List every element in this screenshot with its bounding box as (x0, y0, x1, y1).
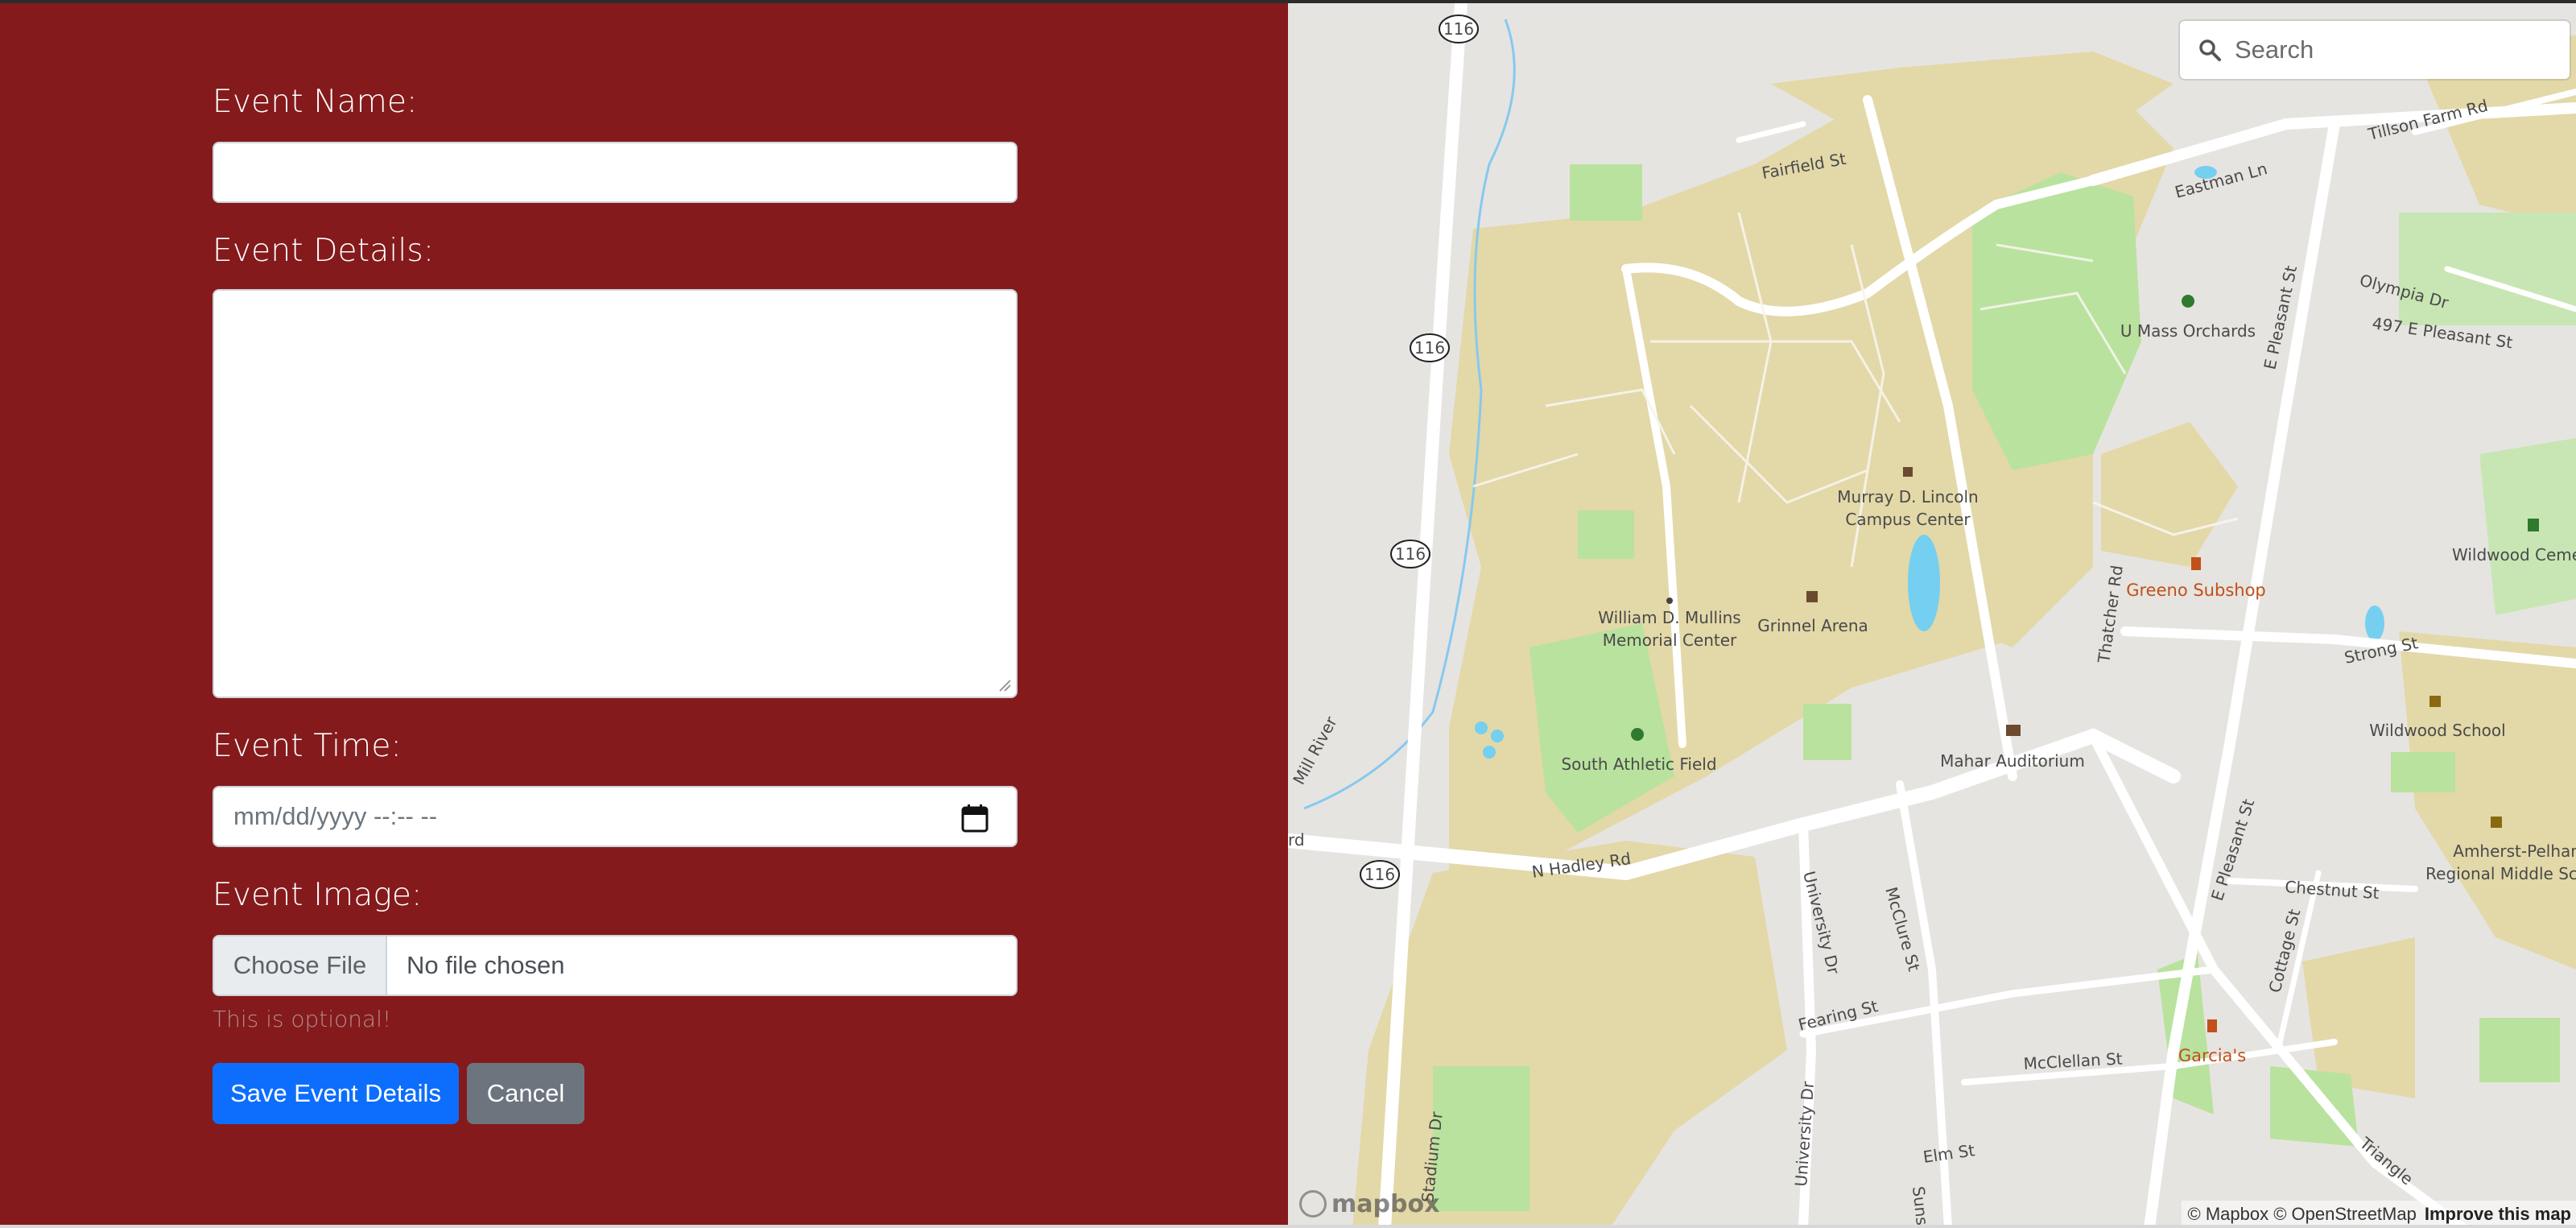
building-icon (1666, 597, 1673, 604)
pond (1491, 730, 1504, 742)
app-root: Event Name: Event Details: Event Time: m… (0, 0, 2576, 1228)
event-time-placeholder: mm/dd/yyyy --:-- -- (233, 802, 438, 830)
grinnel-arena-label: Grinnel Arena (1757, 616, 1868, 635)
event-name-input[interactable] (213, 142, 1018, 203)
campus-center-label-1: Murray D. Lincoln (1837, 487, 1978, 506)
search-icon (2199, 39, 2221, 61)
park-area (1803, 704, 1852, 760)
file-help-text: This is optional! (213, 1006, 392, 1032)
mullins-center-label-2: Memorial Center (1603, 631, 1737, 650)
cemetery-icon (2528, 519, 2539, 531)
choose-file-button[interactable]: Choose File (214, 937, 387, 994)
route-shield-label: 116 (1414, 338, 1445, 358)
pond (1483, 746, 1496, 759)
calendar-icon[interactable] (961, 804, 989, 833)
amherst-pelham-label-2: Regional Middle Scho (2425, 864, 2576, 883)
building-icon (1903, 467, 1913, 477)
improve-map-link[interactable]: Improve this map (2425, 1204, 2571, 1225)
event-details-label: Event Details: (213, 233, 435, 269)
pond (1475, 722, 1488, 734)
park-area (1433, 1066, 1530, 1211)
left-edge-road-label: rd (1288, 830, 1305, 850)
campus-center-label-2: Campus Center (1845, 510, 1971, 529)
south-athletic-field-label: South Athletic Field (1561, 755, 1716, 774)
wildwood-cemetery-label: Wildwood Ceme (2452, 545, 2576, 564)
park-area (1578, 511, 1634, 559)
restaurant-icon (2207, 1019, 2217, 1032)
map-search-box[interactable]: Search (2180, 21, 2570, 79)
tree-icon (1631, 728, 1644, 741)
park-area (2391, 752, 2455, 792)
campus-map[interactable]: 116 116 116 116 Murray D. Lincoln Campus… (1288, 3, 2576, 1228)
route-shield-label: 116 (1395, 544, 1426, 564)
event-image-label: Event Image: (213, 877, 423, 913)
file-status-text: No file chosen (407, 951, 565, 979)
arena-icon (1806, 591, 1818, 602)
park-area (1570, 164, 1642, 221)
pond (1908, 535, 1940, 631)
event-time-input[interactable]: mm/dd/yyyy --:-- -- (213, 786, 1018, 847)
save-event-button[interactable]: Save Event Details (213, 1063, 459, 1124)
route-shield-label: 116 (1443, 19, 1474, 39)
attribution-text[interactable]: © Mapbox © OpenStreetMap (2188, 1204, 2417, 1225)
park-area (2399, 213, 2576, 325)
mahar-auditorium-label: Mahar Auditorium (1940, 751, 2085, 771)
mapbox-logo[interactable]: mapbox (1299, 1188, 1439, 1220)
mapbox-logo-text: mapbox (1331, 1189, 1440, 1218)
greeno-subshop-label: Greeno Subshop (2126, 581, 2266, 600)
cancel-button[interactable]: Cancel (467, 1063, 584, 1124)
map-panel[interactable]: 116 116 116 116 Murray D. Lincoln Campus… (1288, 3, 2576, 1228)
event-form-panel: Event Name: Event Details: Event Time: m… (0, 3, 1288, 1228)
amherst-pelham-label-1: Amherst-Pelham (2453, 841, 2576, 861)
event-details-textarea[interactable] (213, 289, 1018, 698)
theater-icon (2006, 725, 2021, 736)
search-input[interactable]: Search (2235, 35, 2314, 64)
route-shield-label: 116 (1364, 865, 1395, 884)
restaurant-icon (2191, 557, 2201, 570)
garcias-label: Garcia's (2178, 1046, 2246, 1065)
pond (2365, 606, 2384, 641)
event-image-file-input[interactable]: Choose File No file chosen (213, 935, 1018, 996)
event-time-label: Event Time: (213, 728, 402, 764)
umass-orchards-label: U Mass Orchards (2120, 321, 2256, 341)
mapbox-logo-icon (1299, 1190, 1327, 1218)
wildwood-school-label: Wildwood School (2369, 721, 2505, 740)
event-name-label: Event Name: (213, 84, 418, 120)
bottom-edge (0, 1225, 2576, 1228)
park-area (2479, 1018, 2560, 1082)
resize-grip-icon[interactable] (997, 677, 1011, 692)
map-attribution: © Mapbox © OpenStreetMap Improve this ma… (2181, 1201, 2576, 1228)
tree-icon (2182, 295, 2194, 308)
school-icon (2491, 817, 2502, 828)
mullins-center-label-1: William D. Mullins (1598, 608, 1740, 627)
school-icon (2429, 696, 2441, 707)
